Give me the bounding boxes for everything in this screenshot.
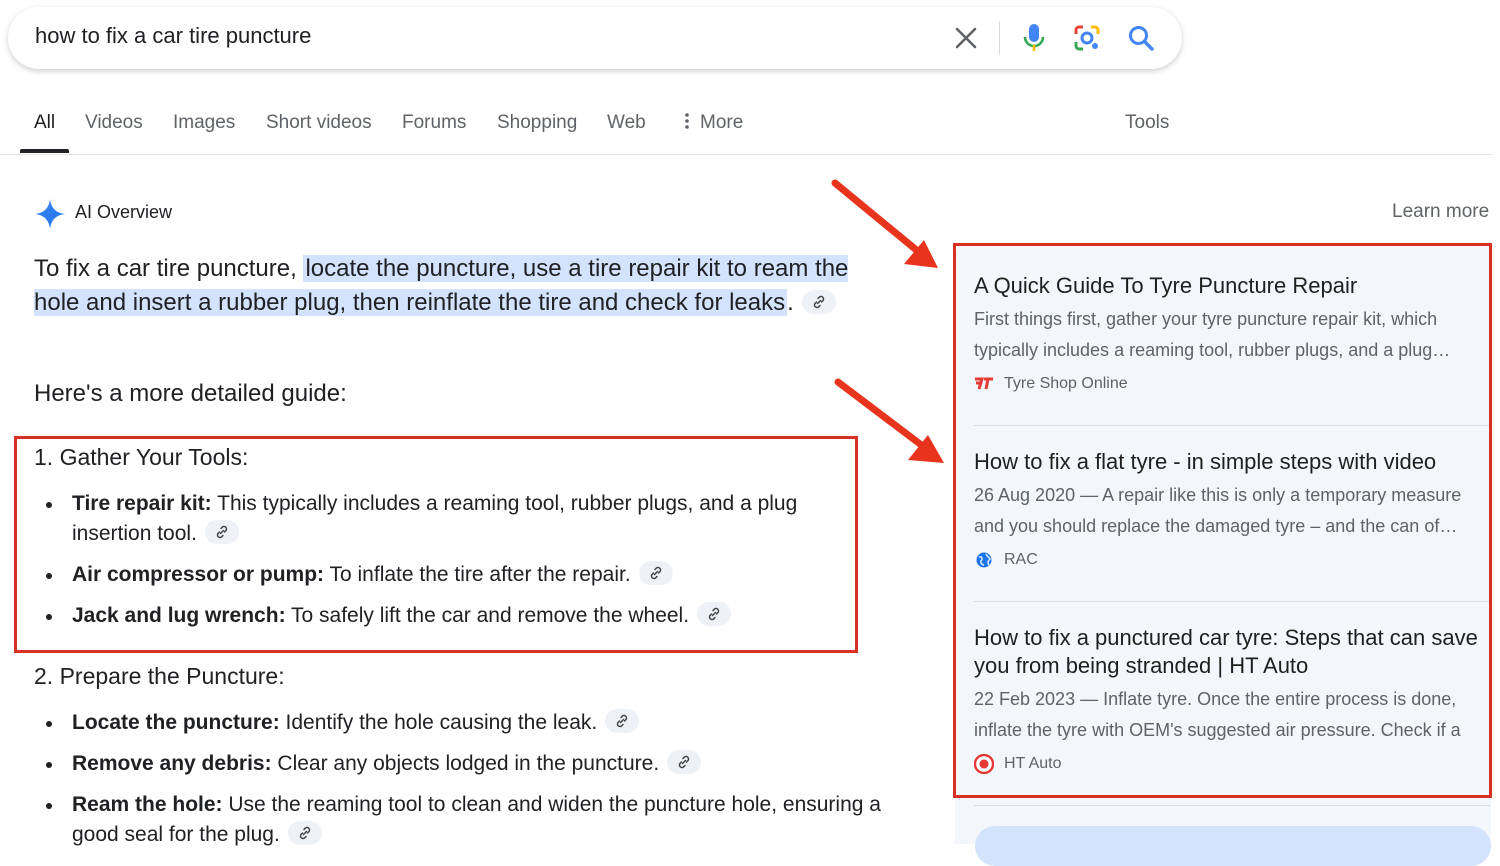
search-icon[interactable] — [1124, 21, 1158, 55]
source-link-chip[interactable] — [605, 709, 640, 734]
annotation-arrows — [831, 179, 944, 463]
ai-overview-label: AI Overview — [75, 202, 173, 222]
link-icon — [299, 827, 311, 840]
tab-shopping[interactable]: Shopping — [497, 112, 577, 134]
tab-short-videos[interactable]: Short videos — [266, 112, 372, 134]
search-input[interactable]: how to fix a car tire puncture — [35, 23, 311, 49]
arrow-icon — [831, 179, 938, 268]
annotation-box-right — [953, 243, 1492, 798]
vertical-dots-icon — [685, 113, 689, 129]
list-item: Ream the hole: Use the reaming tool to c… — [44, 790, 914, 850]
section-heading: 2. Prepare the Puncture: — [34, 663, 285, 689]
tab-more-label: More — [700, 112, 744, 133]
tab-web[interactable]: Web — [607, 112, 646, 134]
lens-icon[interactable] — [1070, 21, 1104, 55]
list-item: Locate the puncture: Identify the hole c… — [44, 708, 914, 738]
show-all-button[interactable] — [975, 826, 1491, 866]
item-term: Ream the hole: — [72, 793, 223, 816]
annotation-box-left — [14, 436, 858, 653]
card-divider — [974, 805, 1490, 806]
source-link-chip[interactable] — [667, 750, 702, 775]
item-text: Identify the hole causing the leak. — [279, 711, 598, 734]
tab-more[interactable]: More — [684, 112, 743, 134]
search-divider — [999, 21, 1000, 55]
close-icon[interactable] — [949, 21, 983, 55]
arrow-icon — [834, 378, 944, 463]
summary-suffix: . — [787, 289, 794, 316]
item-term: Remove any debris: — [72, 752, 272, 775]
item-term: Locate the puncture: — [72, 711, 280, 734]
detail-intro: Here's a more detailed guide: — [34, 380, 347, 407]
sparkle-icon — [34, 198, 66, 235]
tab-images[interactable]: Images — [173, 112, 235, 134]
tab-all[interactable]: All — [34, 112, 55, 134]
section-list: Locate the puncture: Identify the hole c… — [44, 708, 914, 850]
summary-prefix: To fix a car tire puncture, — [34, 255, 297, 282]
search-bar[interactable]: how to fix a car tire puncture — [8, 7, 1182, 69]
item-text: Clear any objects lodged in the puncture… — [271, 752, 660, 775]
list-item: Remove any debris: Clear any objects lod… — [44, 749, 914, 779]
search-tabs: All Videos Images Short videos Forums Sh… — [0, 100, 1492, 155]
ai-summary: To fix a car tire puncture, locate the p… — [34, 252, 894, 320]
active-tab-indicator — [20, 149, 69, 153]
tab-videos[interactable]: Videos — [85, 112, 143, 134]
link-icon — [617, 715, 628, 728]
source-link-chip[interactable] — [287, 821, 322, 846]
link-icon — [678, 756, 690, 769]
tab-forums[interactable]: Forums — [402, 112, 466, 134]
tools-button[interactable]: Tools — [1125, 112, 1169, 134]
learn-more-link[interactable]: Learn more — [1392, 201, 1489, 223]
microphone-icon[interactable] — [1017, 21, 1051, 55]
